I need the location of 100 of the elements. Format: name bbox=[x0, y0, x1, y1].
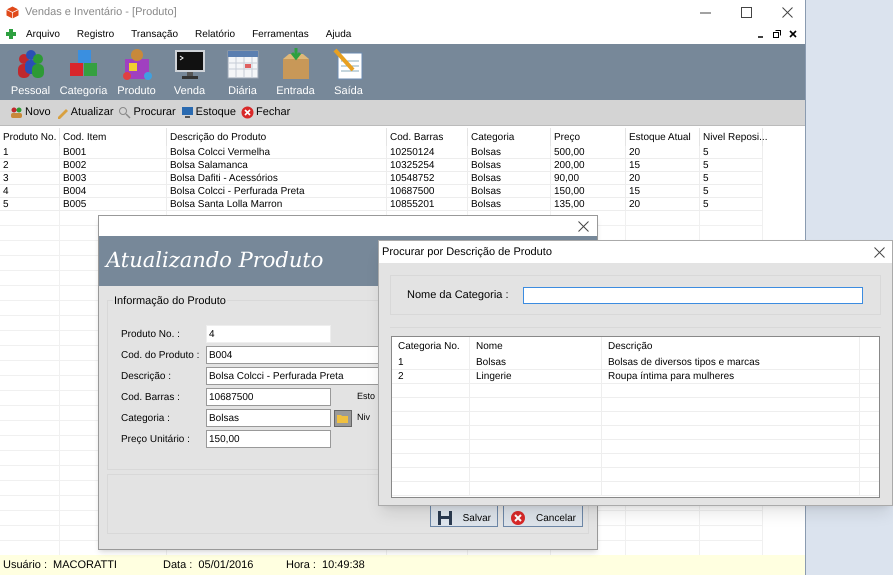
table-cell: 5 bbox=[700, 198, 763, 210]
category-name-field[interactable] bbox=[522, 286, 862, 304]
table-cell: Bolsa Salamanca bbox=[167, 159, 387, 171]
table-cell: 5 bbox=[700, 146, 763, 158]
menu-item[interactable]: Registro bbox=[76, 26, 114, 42]
table-cell: 200,00 bbox=[551, 159, 626, 171]
action-button[interactable]: Procurar bbox=[133, 104, 176, 121]
status-label: Usuário : bbox=[3, 558, 48, 573]
table-cell: Lingerie bbox=[470, 370, 602, 383]
toolbar-button[interactable]: Diária bbox=[228, 83, 257, 100]
text-field[interactable]: Bolsas bbox=[206, 409, 331, 427]
field-label: Cod. do Produto : bbox=[121, 348, 200, 362]
table-cell: B004 bbox=[60, 185, 167, 197]
column-header[interactable]: Cod. Barras bbox=[387, 128, 468, 146]
field-label: Niv bbox=[357, 411, 370, 424]
column-header[interactable]: Preço bbox=[551, 128, 626, 146]
text-field[interactable]: 10687500 bbox=[206, 388, 331, 406]
close-icon[interactable] bbox=[874, 246, 885, 258]
search-icon bbox=[118, 106, 132, 119]
status-value: 10:49:38 bbox=[322, 558, 365, 573]
table-cell: B005 bbox=[60, 198, 167, 210]
table-cell: Bolsas bbox=[468, 172, 551, 184]
menu-item[interactable]: Transação bbox=[131, 26, 178, 42]
toolbar-button[interactable]: Produto bbox=[117, 83, 156, 100]
monitor-icon bbox=[180, 106, 194, 119]
restore-icon[interactable] bbox=[773, 30, 781, 38]
dialog-heading: Atualizando Produto bbox=[106, 247, 324, 274]
field-label: Descrição : bbox=[121, 370, 172, 384]
table-cell: 1 bbox=[392, 356, 470, 369]
column-header[interactable]: Cod. Item bbox=[60, 128, 167, 146]
table-cell: Bolsas bbox=[468, 146, 551, 158]
column-header[interactable]: Estoque Atual bbox=[626, 128, 700, 146]
cube-icon bbox=[6, 6, 19, 18]
status-label: Data : bbox=[163, 558, 192, 573]
table-cell: 5 bbox=[700, 159, 763, 171]
text-field[interactable]: 150,00 bbox=[206, 430, 331, 448]
toolbar-button[interactable]: Pessoal bbox=[10, 83, 50, 100]
action-button[interactable]: Novo bbox=[25, 104, 51, 121]
people-icon bbox=[10, 106, 23, 119]
toolbar-button[interactable]: Categoria bbox=[60, 83, 108, 100]
table-cell: Bolsas bbox=[470, 356, 602, 369]
action-button[interactable]: Fechar bbox=[256, 104, 290, 121]
table-cell: 3 bbox=[0, 172, 60, 184]
text-field[interactable]: 4 bbox=[206, 325, 331, 343]
pencil-icon bbox=[56, 106, 69, 119]
field-label: Nome da Categoria : bbox=[407, 288, 508, 303]
table-cell: 10325254 bbox=[387, 159, 468, 171]
action-button[interactable]: Atualizar bbox=[70, 104, 114, 121]
table-cell: 10687500 bbox=[387, 185, 468, 197]
toolbar-button[interactable]: Entrada bbox=[276, 83, 315, 100]
column-header[interactable]: Nome bbox=[470, 337, 602, 356]
monitor-icon bbox=[172, 47, 206, 81]
table-cell: 2 bbox=[392, 370, 470, 383]
close-icon bbox=[241, 106, 254, 119]
column-header[interactable]: Descrição do Produto bbox=[167, 128, 387, 146]
status-value: MACORATTI bbox=[53, 558, 117, 573]
table-cell: 10855201 bbox=[387, 198, 468, 210]
table-cell: 20 bbox=[626, 172, 700, 184]
table-cell: 4 bbox=[0, 185, 60, 197]
table-cell: B003 bbox=[60, 172, 167, 184]
column-header[interactable]: Descrição bbox=[602, 337, 860, 356]
status-label: Hora : bbox=[286, 558, 316, 573]
menu-item[interactable]: Arquivo bbox=[26, 26, 60, 42]
table-cell: 135,00 bbox=[551, 198, 626, 210]
cancel-icon bbox=[510, 510, 526, 526]
field-label: Cod. Barras : bbox=[121, 390, 181, 404]
column-header[interactable]: Categoria bbox=[468, 128, 551, 146]
toolbar-button[interactable]: Saída bbox=[334, 83, 363, 100]
menu-item[interactable]: Ferramentas bbox=[252, 26, 309, 42]
toolbar-button[interactable]: Venda bbox=[174, 83, 206, 100]
table-cell: 1 bbox=[0, 146, 60, 158]
menu-item[interactable]: Relatório bbox=[195, 26, 236, 42]
table-cell: 90,00 bbox=[551, 172, 626, 184]
table-cell: Bolsa Santa Lolla Marron bbox=[167, 198, 387, 210]
action-button[interactable]: Estoque bbox=[196, 104, 236, 121]
table-cell: Bolsa Dafiti - Acessórios bbox=[167, 172, 387, 184]
maximize-icon[interactable] bbox=[741, 6, 752, 18]
menu-item[interactable]: Ajuda bbox=[326, 26, 352, 42]
folder-button[interactable] bbox=[334, 410, 352, 426]
table-cell: 15 bbox=[626, 159, 700, 171]
column-header[interactable]: Categoria No. bbox=[392, 337, 470, 356]
field-label: Esto bbox=[357, 390, 376, 404]
window-title: Vendas e Inventário - [Produto] bbox=[25, 4, 177, 20]
column-header[interactable]: Produto No. bbox=[0, 128, 60, 146]
close-icon[interactable] bbox=[782, 6, 793, 18]
puzzle-icon bbox=[4, 27, 18, 41]
dialog-title: Procurar por Descrição de Produto bbox=[382, 244, 552, 260]
table-cell: 20 bbox=[626, 198, 700, 210]
notepad-icon bbox=[332, 47, 366, 81]
table-cell: 5 bbox=[700, 185, 763, 197]
field-label: Categoria : bbox=[121, 412, 171, 426]
table-cell: 5 bbox=[0, 198, 60, 210]
table-cell: 500,00 bbox=[551, 146, 626, 158]
group-title: Informação do Produto bbox=[113, 293, 227, 310]
table-cell: B001 bbox=[60, 146, 167, 158]
close-icon[interactable] bbox=[578, 220, 589, 232]
table-cell: Roupa íntima para mulheres bbox=[602, 370, 860, 383]
close-icon[interactable] bbox=[789, 30, 797, 38]
table-cell: B002 bbox=[60, 159, 167, 171]
status-value: 05/01/2016 bbox=[198, 558, 254, 573]
